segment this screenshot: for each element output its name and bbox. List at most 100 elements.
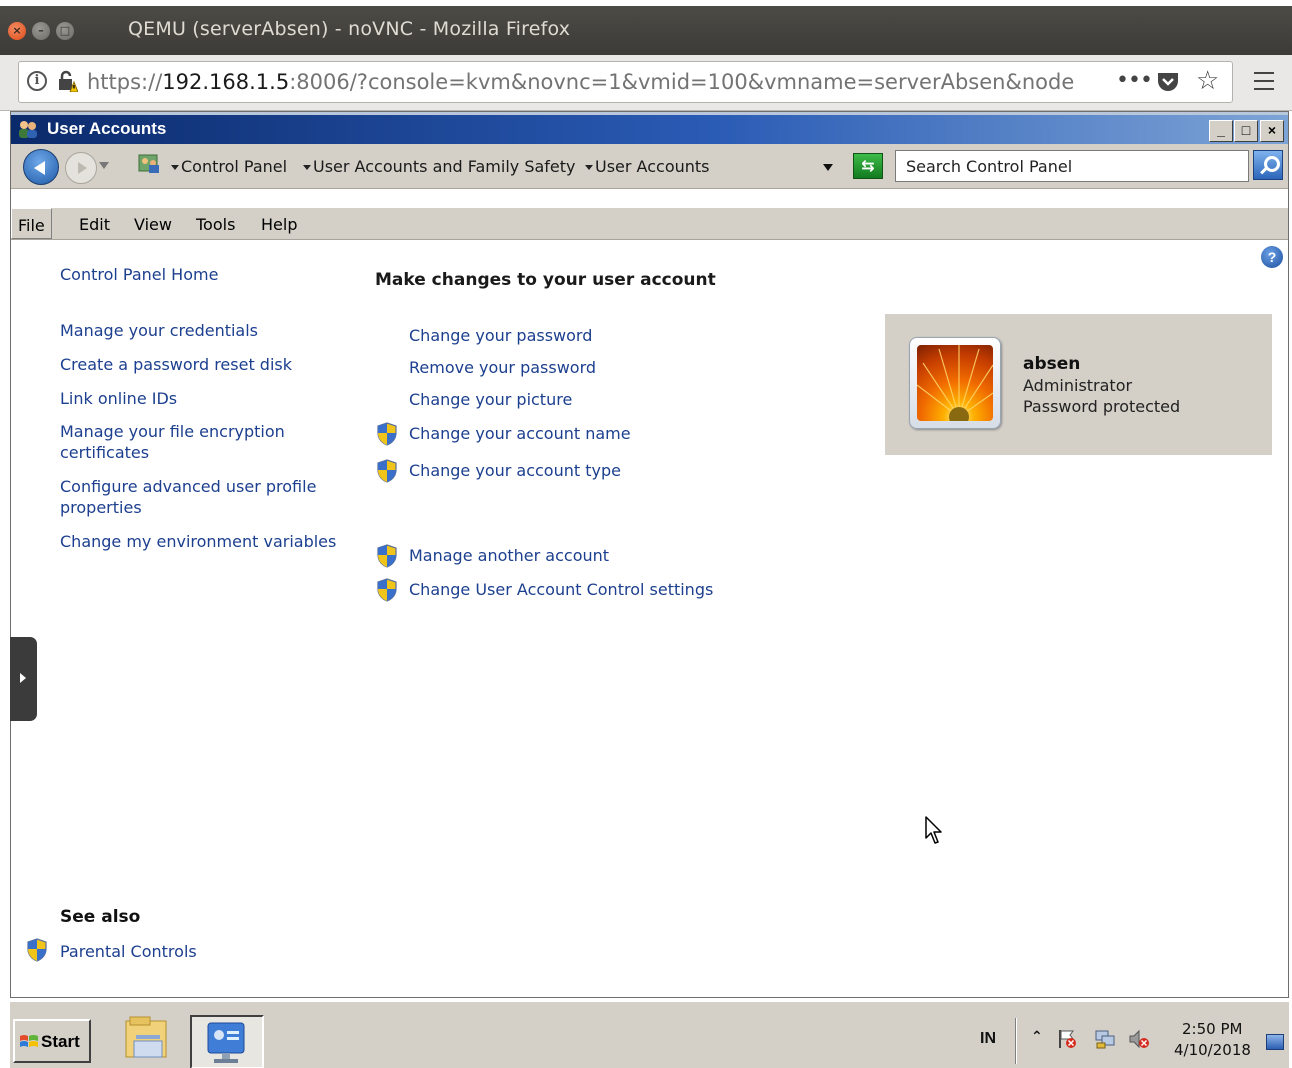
remove-password-link[interactable]: Remove your password — [409, 358, 596, 377]
language-indicator[interactable]: IN — [980, 1030, 996, 1048]
recent-pages-dropdown[interactable] — [99, 162, 109, 169]
window-minimize-button[interactable]: _ — [1209, 120, 1233, 142]
link-online-ids-link[interactable]: Link online IDs — [60, 388, 177, 409]
control-panel-home-link[interactable]: Control Panel Home — [60, 264, 218, 285]
firefox-navbar: i https://192.168.1.5:8006/?console=kvm&… — [0, 55, 1292, 111]
windows-logo-icon — [20, 1035, 38, 1047]
change-picture-link[interactable]: Change your picture — [409, 390, 572, 409]
flower-picture — [917, 345, 993, 421]
breadcrumb-separator[interactable] — [171, 165, 179, 170]
environment-variables-link[interactable]: Change my environment variables — [60, 531, 336, 552]
firefox-close-button[interactable]: × — [8, 22, 26, 40]
breadcrumb[interactable]: Control Panel User Accounts and Family S… — [133, 149, 843, 183]
breadcrumb-user-accounts-family-safety[interactable]: User Accounts and Family Safety — [313, 157, 576, 176]
change-account-name-link[interactable]: Change your account name — [409, 424, 631, 443]
close-icon: × — [12, 24, 22, 37]
control-panel-icon — [207, 1022, 245, 1063]
address-dropdown-icon[interactable] — [823, 164, 833, 171]
show-hidden-icons-button[interactable]: ⌃ — [1031, 1029, 1043, 1045]
show-desktop-button[interactable] — [1266, 1034, 1284, 1050]
mouse-pointer-icon — [925, 816, 942, 844]
url-text[interactable]: https://192.168.1.5:8006/?console=kvm&no… — [87, 70, 1087, 94]
firefox-window-title: QEMU (serverAbsen) - noVNC - Mozilla Fir… — [128, 18, 571, 40]
uac-shield-icon — [377, 422, 397, 446]
maximize-icon: □ — [59, 24, 71, 37]
uac-shield-icon — [27, 938, 47, 962]
breadcrumb-separator[interactable] — [303, 165, 311, 170]
menu-file[interactable]: File — [11, 208, 52, 239]
back-button[interactable] — [23, 149, 59, 185]
see-also-heading: See also — [60, 907, 141, 927]
user-password-status: Password protected — [1023, 397, 1181, 416]
clock-date[interactable]: 4/10/2018 — [1174, 1041, 1251, 1059]
content-area: ? Control Panel Home Manage your credent… — [10, 241, 1288, 997]
firefox-maximize-button[interactable]: □ — [56, 22, 74, 40]
url-bar[interactable]: i https://192.168.1.5:8006/?console=kvm&… — [18, 61, 1233, 103]
url-host: 192.168.1.5 — [162, 70, 290, 94]
user-accounts-window: User Accounts _ □ × Control Panel User A… — [10, 111, 1289, 998]
url-rest: :8006/?console=kvm&novnc=1&vmid=100&vmna… — [289, 70, 1075, 94]
address-bar: Control Panel User Accounts and Family S… — [11, 144, 1288, 189]
manage-another-account-link[interactable]: Manage another account — [409, 546, 609, 565]
pocket-icon[interactable] — [1156, 71, 1180, 93]
taskbar-control-panel-button[interactable] — [190, 1015, 264, 1068]
window-titlebar: User Accounts _ □ × — [11, 112, 1288, 144]
hamburger-menu-icon[interactable] — [1254, 72, 1274, 96]
window-close-button[interactable]: × — [1260, 120, 1284, 142]
avatar[interactable] — [909, 337, 1001, 429]
firefox-titlebar: × – □ QEMU (serverAbsen) - noVNC - Mozil… — [0, 0, 1292, 55]
change-password-link[interactable]: Change your password — [409, 326, 592, 345]
manage-credentials-link[interactable]: Manage your credentials — [60, 320, 258, 341]
user-role: Administrator — [1023, 376, 1133, 395]
info-icon[interactable]: i — [27, 71, 47, 91]
windows-explorer-icon[interactable] — [122, 1015, 174, 1065]
vnc-sidebar-toggle[interactable] — [10, 637, 37, 721]
control-panel-icon — [138, 154, 159, 173]
window-title: User Accounts — [47, 119, 167, 138]
change-account-type-link[interactable]: Change your account type — [409, 461, 621, 480]
user-name: absen — [1023, 354, 1081, 374]
uac-shield-icon — [377, 578, 397, 602]
bookmark-star-icon[interactable]: ☆ — [1196, 66, 1219, 96]
menu-tools[interactable]: Tools — [196, 215, 235, 234]
search-icon[interactable] — [1253, 150, 1283, 180]
parental-controls-link[interactable]: Parental Controls — [60, 941, 197, 962]
advanced-profile-properties-link[interactable]: Configure advanced user profile properti… — [60, 476, 330, 518]
network-icon[interactable] — [1094, 1028, 1116, 1050]
search-input[interactable]: Search Control Panel — [895, 150, 1249, 182]
refresh-button[interactable]: ⇆ — [853, 153, 883, 179]
url-prefix: https:// — [87, 70, 163, 94]
firefox-minimize-button[interactable]: – — [32, 22, 50, 40]
refresh-icon: ⇆ — [861, 156, 875, 175]
taskbar: Start IN ⌃ 2:50 PM 4/10/2018 — [10, 1000, 1289, 1068]
user-accounts-icon — [19, 121, 37, 138]
menu-bar: File Edit View Tools Help — [11, 208, 1288, 240]
menu-help[interactable]: Help — [261, 215, 297, 234]
breadcrumb-separator[interactable] — [585, 165, 593, 170]
start-button[interactable]: Start — [13, 1019, 91, 1063]
clock-time[interactable]: 2:50 PM — [1182, 1020, 1242, 1038]
password-reset-disk-link[interactable]: Create a password reset disk — [60, 354, 292, 375]
uac-shield-icon — [377, 459, 397, 483]
menu-view[interactable]: View — [134, 215, 172, 234]
forward-button[interactable] — [65, 152, 97, 184]
page-actions-button[interactable]: ••• — [1116, 68, 1153, 93]
window-maximize-button[interactable]: □ — [1234, 120, 1258, 142]
minimize-icon: – — [38, 24, 44, 37]
uac-shield-icon — [377, 544, 397, 568]
menu-edit[interactable]: Edit — [79, 215, 110, 234]
insecure-lock-icon[interactable] — [56, 70, 78, 92]
tray-separator — [1015, 1018, 1017, 1064]
uac-settings-link[interactable]: Change User Account Control settings — [409, 580, 713, 599]
start-label: Start — [41, 1032, 80, 1051]
breadcrumb-control-panel[interactable]: Control Panel — [181, 157, 287, 176]
user-account-tile: absen Administrator Password protected — [885, 314, 1272, 455]
file-encryption-certificates-link[interactable]: Manage your file encryption certificates — [60, 421, 300, 463]
action-center-flag-icon[interactable] — [1056, 1028, 1078, 1050]
screen-top-strip — [0, 0, 1292, 6]
volume-muted-icon[interactable] — [1128, 1028, 1150, 1050]
help-icon[interactable]: ? — [1261, 246, 1283, 268]
search-placeholder: Search Control Panel — [906, 157, 1073, 176]
breadcrumb-user-accounts[interactable]: User Accounts — [595, 157, 710, 176]
account-picture — [917, 345, 993, 421]
